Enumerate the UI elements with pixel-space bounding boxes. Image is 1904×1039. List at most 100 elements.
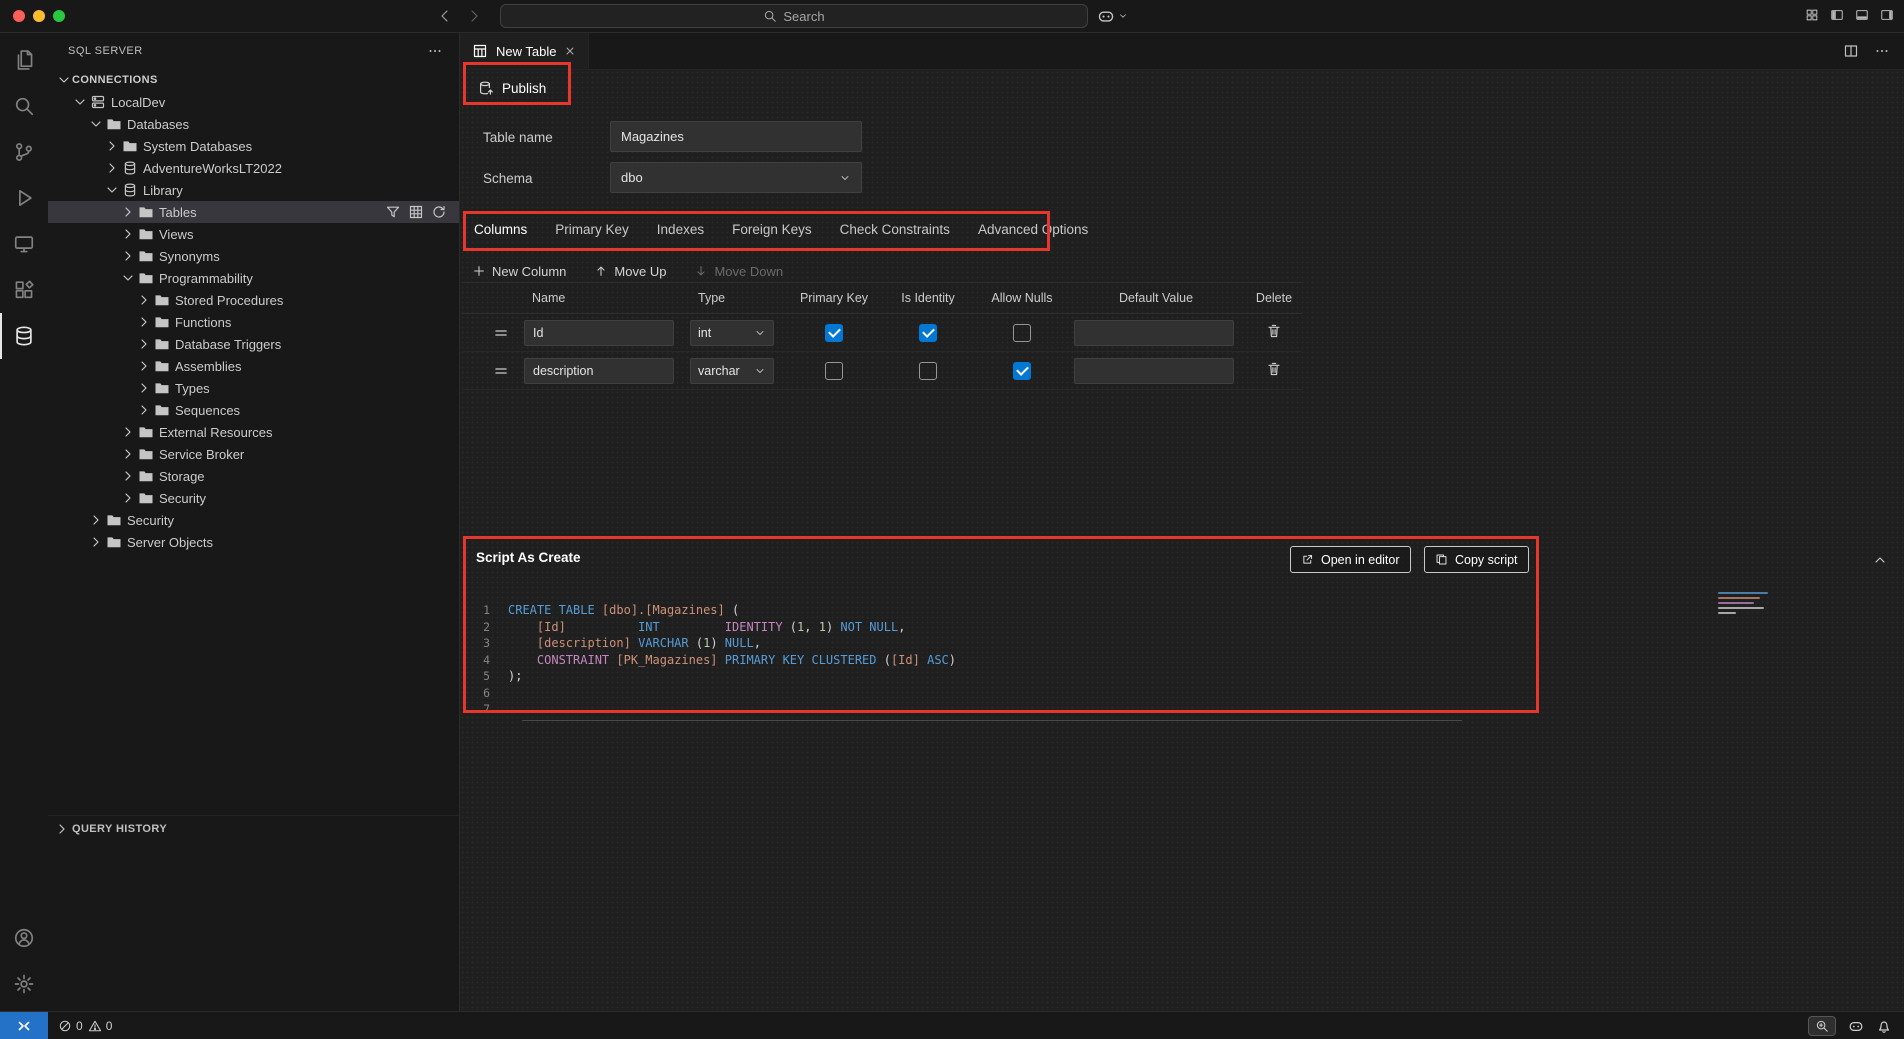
warnings-status[interactable]: 0 (88, 1019, 113, 1033)
tree-item-types[interactable]: Types (48, 377, 459, 399)
tree-item-stored-procedures[interactable]: Stored Procedures (48, 289, 459, 311)
close-button[interactable] (13, 10, 25, 22)
schema-select[interactable]: dbo (610, 162, 862, 193)
toggle-primary-sidebar-icon[interactable] (1830, 8, 1844, 22)
column-name-input[interactable] (524, 358, 674, 384)
default-value-input[interactable] (1074, 320, 1234, 346)
split-editor-icon[interactable] (1843, 43, 1859, 59)
bell-icon[interactable] (1876, 1018, 1892, 1034)
move-up-button[interactable]: Move Up (594, 264, 666, 279)
script-code[interactable]: 1CREATE TABLE [dbo].[Magazines] (2 [Id] … (462, 602, 1904, 718)
publish-button[interactable]: Publish (472, 74, 552, 102)
toggle-panel-icon[interactable] (1855, 8, 1869, 22)
tree-item-storage[interactable]: Storage (48, 465, 459, 487)
column-name-input[interactable] (524, 320, 674, 346)
tree-item-localdev[interactable]: LocalDev (48, 91, 459, 113)
primary-key-checkbox[interactable] (825, 324, 843, 342)
forward-icon[interactable] (466, 8, 482, 24)
drag-handle-icon[interactable] (493, 363, 509, 379)
minimap[interactable] (1718, 592, 1776, 614)
code-line: 3 [description] VARCHAR (1) NULL, (462, 635, 1904, 652)
tree-item-server-objects[interactable]: Server Objects (48, 531, 459, 553)
errors-status[interactable]: 0 (58, 1019, 83, 1033)
folder-icon (154, 402, 170, 418)
table-name-input[interactable] (610, 121, 862, 152)
tree-item-assemblies[interactable]: Assemblies (48, 355, 459, 377)
activity-bar-bottom (0, 915, 48, 1011)
column-type-select[interactable]: varchar (690, 358, 774, 384)
tab-new-table[interactable]: New Table (460, 33, 589, 69)
designer-tab-foreign-keys[interactable]: Foreign Keys (730, 216, 814, 250)
activity-item-settings-gear[interactable] (0, 961, 48, 1007)
tree-item-synonyms[interactable]: Synonyms (48, 245, 459, 267)
command-center-search[interactable]: Search (500, 4, 1088, 28)
activity-item-explorer[interactable] (0, 37, 48, 83)
is-identity-checkbox[interactable] (919, 362, 937, 380)
activity-item-remote-explorer[interactable] (0, 221, 48, 267)
tree-item-adventureworkslt2022[interactable]: AdventureWorksLT2022 (48, 157, 459, 179)
tree-item-label: Library (143, 183, 183, 198)
tree-item-label: Security (127, 513, 174, 528)
tree-item-database-triggers[interactable]: Database Triggers (48, 333, 459, 355)
tree-item-security[interactable]: Security (48, 509, 459, 531)
tree-item-service-broker[interactable]: Service Broker (48, 443, 459, 465)
more-actions-icon[interactable] (1874, 43, 1890, 59)
designer-tab-advanced-options[interactable]: Advanced Options (976, 216, 1090, 250)
tree-item-label: Storage (159, 469, 205, 484)
activity-item-search[interactable] (0, 83, 48, 129)
close-icon[interactable] (564, 45, 576, 57)
designer-tab-columns[interactable]: Columns (472, 216, 529, 250)
tree-item-programmability[interactable]: Programmability (48, 267, 459, 289)
primary-key-checkbox[interactable] (825, 362, 843, 380)
designer-tab-primary-key[interactable]: Primary Key (553, 216, 631, 250)
filter-icon[interactable] (385, 204, 401, 220)
activity-item-source-control[interactable] (0, 129, 48, 175)
activity-item-account[interactable] (0, 915, 48, 961)
chevron-up-icon[interactable] (1872, 552, 1888, 568)
minimize-button[interactable] (33, 10, 45, 22)
copilot-menu[interactable] (1097, 7, 1128, 25)
tree-item-external-resources[interactable]: External Resources (48, 421, 459, 443)
editor-area: New Table Publish Table name Schema dbo … (460, 33, 1904, 1011)
back-icon[interactable] (437, 8, 453, 24)
activity-item-extensions[interactable] (0, 267, 48, 313)
delete-column-button[interactable] (1266, 361, 1282, 380)
tree-item-databases[interactable]: Databases (48, 113, 459, 135)
new-column-button[interactable]: New Column (472, 264, 566, 279)
code-text: CREATE TABLE [dbo].[Magazines] ( (508, 603, 739, 617)
tree-item-sequences[interactable]: Sequences (48, 399, 459, 421)
tree-item-label: Sequences (175, 403, 240, 418)
chevron-right-icon (136, 358, 152, 374)
tree-item-system-databases[interactable]: System Databases (48, 135, 459, 157)
query-history-section[interactable]: QUERY HISTORY (48, 815, 459, 841)
allow-nulls-checkbox[interactable] (1013, 324, 1031, 342)
tree-item-library[interactable]: Library (48, 179, 459, 201)
zoom-status-item[interactable] (1808, 1016, 1836, 1036)
activity-item-sql-server[interactable] (0, 313, 48, 359)
remote-indicator[interactable] (0, 1012, 48, 1039)
activity-item-run-debug[interactable] (0, 175, 48, 221)
default-value-input[interactable] (1074, 358, 1234, 384)
is-identity-checkbox[interactable] (919, 324, 937, 342)
tree-item-views[interactable]: Views (48, 223, 459, 245)
tree-item-security[interactable]: Security (48, 487, 459, 509)
zoom-button[interactable] (53, 10, 65, 22)
column-type-select[interactable]: int (690, 320, 774, 346)
designer-tab-check-constraints[interactable]: Check Constraints (838, 216, 952, 250)
copilot-icon[interactable] (1848, 1018, 1864, 1034)
delete-column-button[interactable] (1266, 323, 1282, 342)
tree-item-functions[interactable]: Functions (48, 311, 459, 333)
drag-handle-icon[interactable] (493, 325, 509, 341)
toggle-secondary-sidebar-icon[interactable] (1880, 8, 1894, 22)
copy-script-button[interactable]: Copy script (1424, 546, 1529, 573)
customize-layout-icon[interactable] (1805, 8, 1819, 22)
grid-icon[interactable] (408, 204, 424, 220)
open-in-editor-button[interactable]: Open in editor (1290, 546, 1411, 573)
section-connections[interactable]: CONNECTIONS (48, 69, 459, 91)
allow-nulls-checkbox[interactable] (1013, 362, 1031, 380)
refresh-icon[interactable] (431, 204, 447, 220)
tree-item-tables[interactable]: Tables (48, 201, 459, 223)
more-actions-icon[interactable] (427, 43, 443, 59)
line-number: 1 (462, 603, 508, 617)
designer-tab-indexes[interactable]: Indexes (655, 216, 706, 250)
